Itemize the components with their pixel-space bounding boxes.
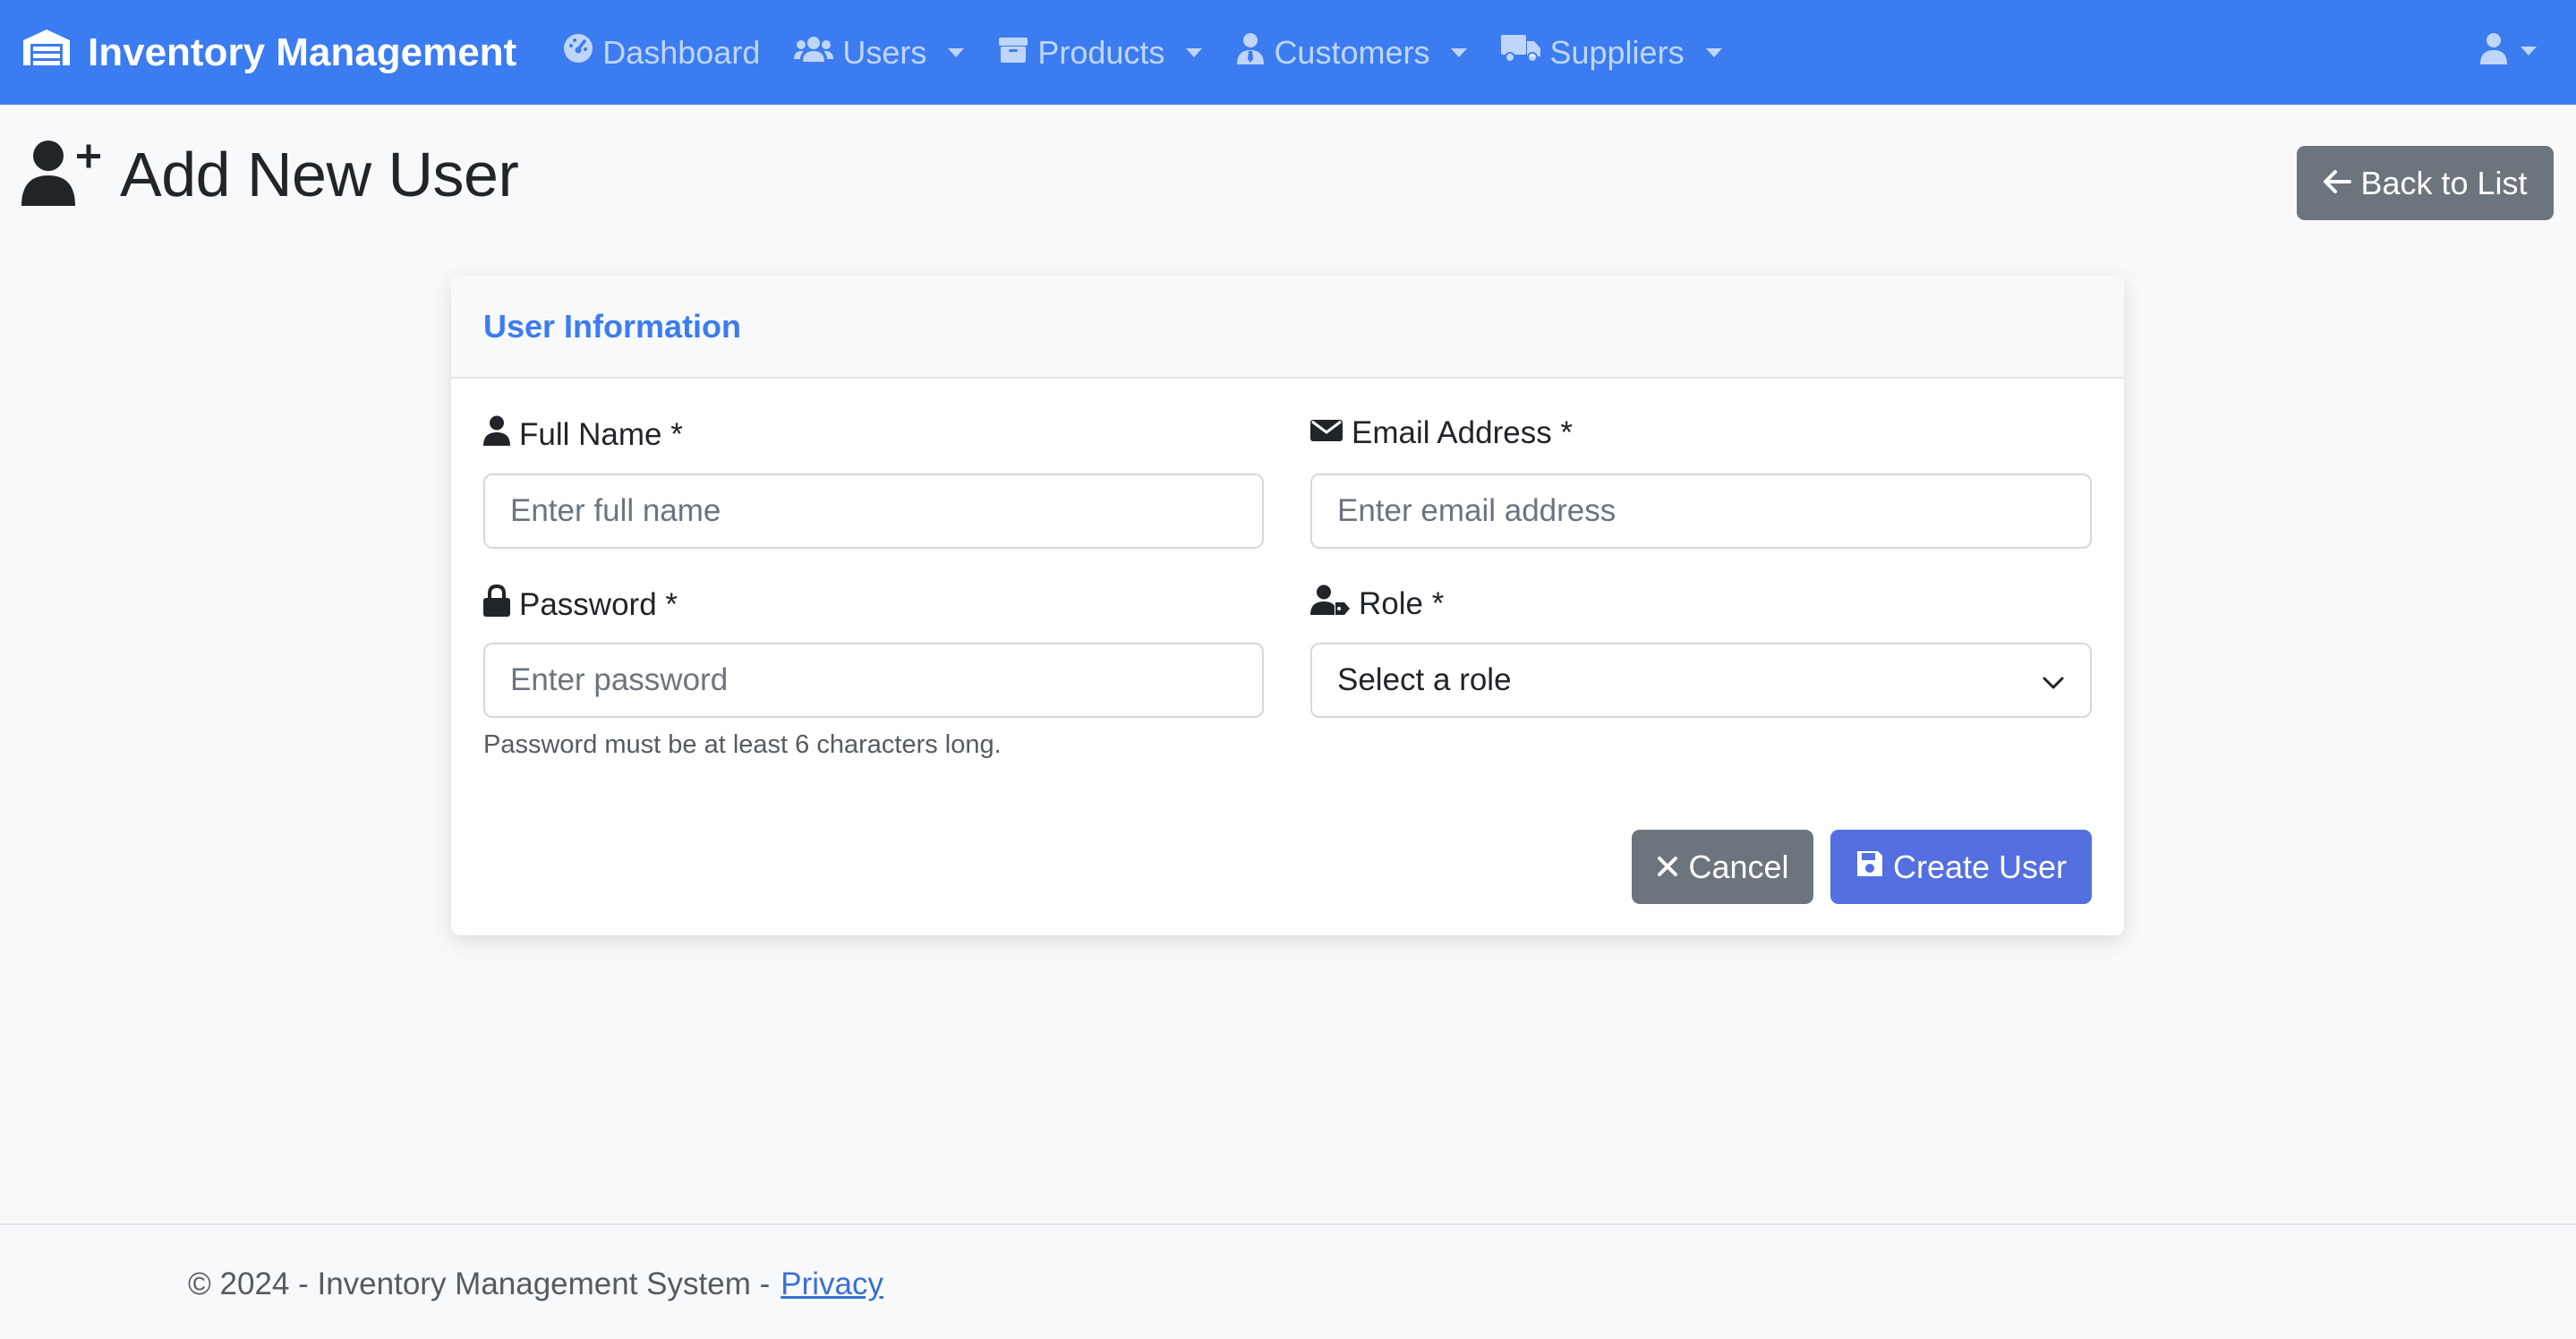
chevron-down-icon xyxy=(948,47,965,57)
warehouse-icon xyxy=(21,28,72,77)
nav-customers[interactable]: Customers xyxy=(1236,32,1468,72)
brand-title: Inventory Management xyxy=(88,30,517,74)
brand-link[interactable]: Inventory Management xyxy=(21,28,516,77)
email-input[interactable] xyxy=(1310,473,2092,549)
user-tie-icon xyxy=(1236,32,1265,72)
user-icon xyxy=(483,415,510,454)
arrow-left-icon xyxy=(2323,165,2352,202)
page-title: Add New User xyxy=(120,140,519,209)
nav-dashboard-label: Dashboard xyxy=(602,33,761,71)
box-icon xyxy=(998,34,1028,72)
truck-icon xyxy=(1501,33,1541,72)
envelope-icon xyxy=(1310,415,1343,451)
role-label: Role * xyxy=(1310,584,1444,623)
nav-users-label: Users xyxy=(842,33,927,71)
copyright-text: © 2024 - Inventory Management System - xyxy=(188,1267,771,1301)
chevron-down-icon xyxy=(1186,47,1203,57)
create-user-button-label: Create User xyxy=(1892,848,2068,885)
nav-suppliers-label: Suppliers xyxy=(1549,33,1685,71)
user-tag-icon xyxy=(1310,584,1350,623)
cancel-button[interactable]: Cancel xyxy=(1632,830,1813,904)
password-input[interactable] xyxy=(483,643,1264,718)
full-name-input[interactable] xyxy=(483,473,1264,549)
cancel-button-label: Cancel xyxy=(1688,848,1789,885)
create-user-button[interactable]: Create User xyxy=(1830,830,2092,904)
card-header: User Information xyxy=(451,276,2124,379)
nav-customers-label: Customers xyxy=(1274,33,1430,71)
back-to-list-label: Back to List xyxy=(2360,164,2528,201)
password-label: Password * xyxy=(483,584,678,625)
nav-products-label: Products xyxy=(1037,33,1165,71)
privacy-link[interactable]: Privacy xyxy=(780,1267,883,1302)
full-name-label-text: Full Name * xyxy=(519,416,683,452)
password-label-text: Password * xyxy=(519,586,678,622)
user-menu-dropdown[interactable] xyxy=(2479,32,2537,69)
role-selected-value: Select a role xyxy=(1337,662,1512,697)
close-icon xyxy=(1656,849,1679,886)
nav-dashboard[interactable]: Dashboard xyxy=(563,33,760,72)
role-label-text: Role * xyxy=(1359,585,1445,621)
chevron-down-icon xyxy=(2042,662,2065,698)
page-header: Add New User xyxy=(21,139,519,210)
chevron-down-icon xyxy=(1705,47,1722,57)
user-information-card: User Information Full Name * Email Addre… xyxy=(451,276,2124,935)
chevron-down-icon xyxy=(2521,46,2537,55)
email-label-text: Email Address * xyxy=(1352,415,1574,450)
user-icon xyxy=(2479,32,2508,69)
nav-users[interactable]: Users xyxy=(794,33,965,72)
footer-text: © 2024 - Inventory Management System - P… xyxy=(188,1267,883,1302)
back-to-list-button[interactable]: Back to List xyxy=(2297,146,2554,220)
password-help-text: Password must be at least 6 characters l… xyxy=(483,730,1002,759)
role-select[interactable]: Select a role xyxy=(1310,643,2092,718)
email-label: Email Address * xyxy=(1310,415,1573,451)
lock-icon xyxy=(483,584,510,625)
top-navbar: Inventory Management Dashboard Users Pro… xyxy=(0,0,2576,105)
nav-products[interactable]: Products xyxy=(998,33,1203,72)
footer: © 2024 - Inventory Management System - P… xyxy=(0,1224,2576,1339)
nav-suppliers[interactable]: Suppliers xyxy=(1501,33,1722,72)
save-icon xyxy=(1855,849,1884,886)
chevron-down-icon xyxy=(1451,47,1468,57)
gauge-icon xyxy=(563,33,593,72)
full-name-label: Full Name * xyxy=(483,415,683,454)
card-title: User Information xyxy=(483,307,742,345)
users-icon xyxy=(794,34,834,72)
user-plus-icon xyxy=(21,140,102,210)
